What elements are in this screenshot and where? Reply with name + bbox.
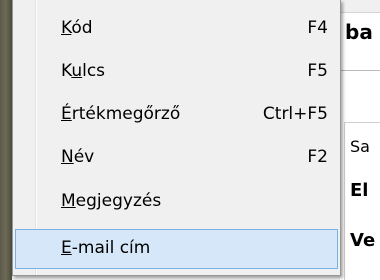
menu-item-nev[interactable]: Név F2: [15, 138, 338, 178]
menu-item-email-cim[interactable]: E-mail cím: [15, 229, 338, 269]
desktop-background-edge: [0, 0, 12, 280]
menu-item-ertekmegorzo[interactable]: Értékmegőrző Ctrl+F5: [15, 95, 338, 135]
menu-item-label: Kód: [61, 18, 93, 38]
menu-item-shortcut: Ctrl+F5: [262, 104, 328, 124]
menu-item-shortcut: F2: [307, 147, 328, 167]
menu-item-kod[interactable]: Kód F4: [15, 9, 338, 49]
background-form-label: Sa: [350, 137, 370, 156]
background-heading-divider: [340, 70, 380, 71]
background-form-label: El: [350, 180, 369, 201]
menu-item-shortcut: F4: [307, 18, 328, 38]
background-window-toolbar-strip: [340, 0, 380, 13]
background-window-heading: ba: [345, 20, 373, 44]
menu-item-shortcut: F5: [307, 61, 328, 81]
menu-item-kulcs[interactable]: Kulcs F5: [15, 52, 338, 92]
background-form-label: Ve: [350, 230, 376, 251]
menu-item-label: Név: [61, 147, 95, 167]
menu-item-label: Kulcs: [61, 61, 106, 81]
menu-item-megjegyzes[interactable]: Megjegyzés: [15, 182, 338, 222]
menu-item-label: Megjegyzés: [61, 191, 162, 211]
menu-item-label: E-mail cím: [61, 238, 151, 258]
menu-item-label: Értékmegőrző: [61, 104, 181, 124]
context-menu: Kód F4 Kulcs F5 Értékmegőrző Ctrl+F5 Név…: [12, 0, 341, 276]
